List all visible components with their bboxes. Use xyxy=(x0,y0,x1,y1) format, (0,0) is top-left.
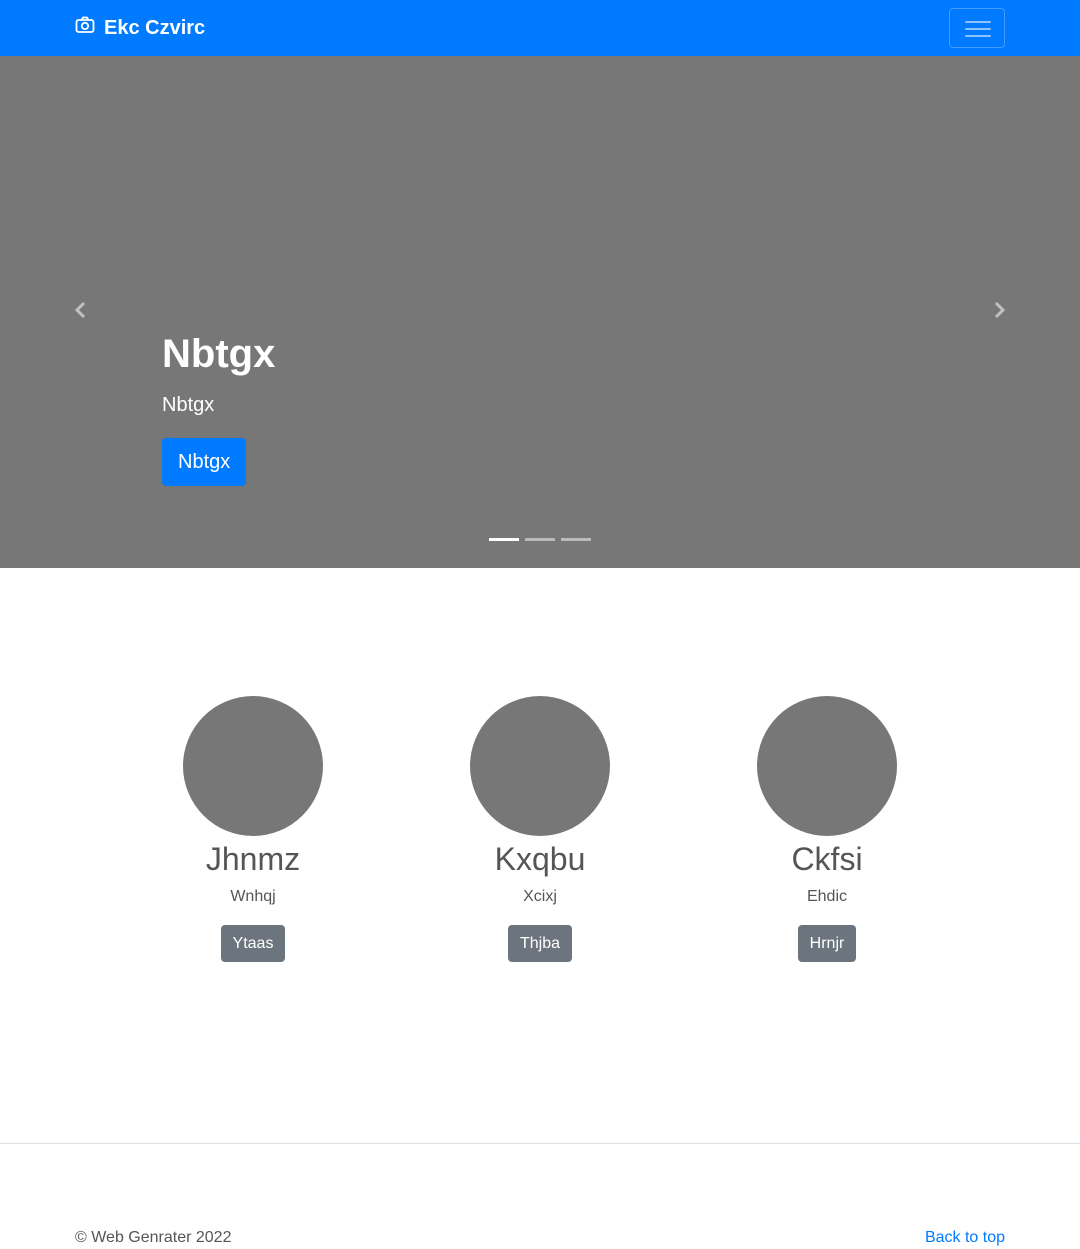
feature-column: Ckfsi Ehdic Hrnjr xyxy=(707,696,947,962)
navbar-brand[interactable]: Ekc Czvirc xyxy=(75,16,205,40)
copyright-text: © Web Genrater 2022 xyxy=(75,1229,232,1246)
navbar: Ekc Czvirc xyxy=(0,0,1080,56)
feature-heading: Kxqbu xyxy=(494,841,586,877)
feature-button[interactable]: Hrnjr xyxy=(797,925,857,962)
carousel-indicator-3[interactable] xyxy=(561,538,591,541)
feature-button[interactable]: Thjba xyxy=(507,925,573,962)
hero-carousel: Nbtgx Nbtgx Nbtgx xyxy=(0,56,1080,568)
feature-image-placeholder xyxy=(183,696,323,836)
chevron-left-icon xyxy=(71,300,91,325)
carousel-caption: Nbtgx Nbtgx Nbtgx xyxy=(162,326,275,486)
menu-toggle-button[interactable] xyxy=(949,8,1005,48)
feature-text: Ehdic xyxy=(806,888,848,905)
carousel-indicator-2[interactable] xyxy=(525,538,555,541)
brand-name: Ekc Czvirc xyxy=(104,16,206,39)
feature-image-placeholder xyxy=(757,696,897,836)
feature-text: Wnhqj xyxy=(230,888,276,905)
feature-heading: Jhnmz xyxy=(205,841,301,877)
menu-icon xyxy=(963,18,993,40)
feature-heading: Ckfsi xyxy=(791,841,863,877)
carousel-indicator-1[interactable] xyxy=(489,538,519,541)
feature-button[interactable]: Ytaas xyxy=(220,925,286,962)
carousel-next-button[interactable] xyxy=(918,56,1080,568)
carousel-subtitle: Nbtgx xyxy=(162,394,215,416)
camera-icon xyxy=(75,15,104,41)
carousel-indicators xyxy=(489,538,597,541)
feature-column: Jhnmz Wnhqj Ytaas xyxy=(133,696,373,962)
back-to-top-link[interactable]: Back to top xyxy=(925,1228,1005,1248)
carousel-title: Nbtgx xyxy=(162,332,276,376)
feature-text: Xcixj xyxy=(523,888,557,905)
feature-column: Kxqbu Xcixj Thjba xyxy=(420,696,660,962)
carousel-prev-button[interactable] xyxy=(0,56,162,568)
chevron-right-icon xyxy=(989,300,1009,325)
footer-divider xyxy=(0,1143,1080,1144)
carousel-cta-button[interactable]: Nbtgx xyxy=(162,438,247,486)
feature-image-placeholder xyxy=(470,696,610,836)
